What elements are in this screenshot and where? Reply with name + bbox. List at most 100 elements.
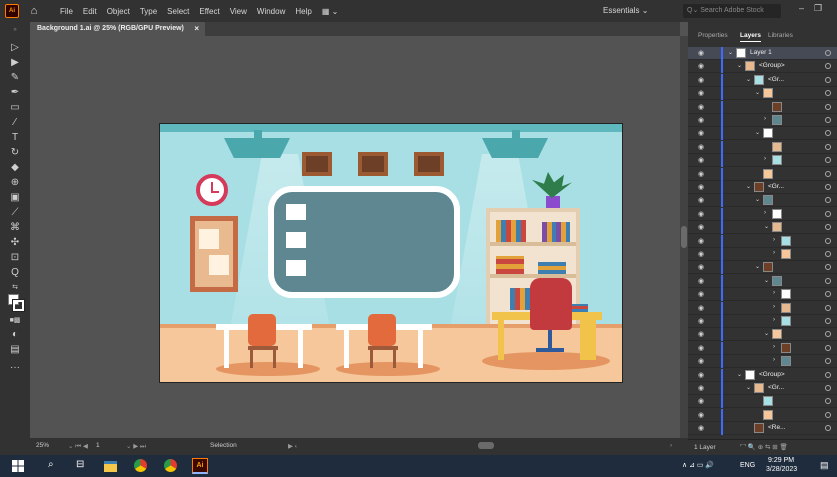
arrange-documents-icon[interactable]: ▦ ⌄ <box>317 7 343 16</box>
close-tab-icon[interactable]: × <box>194 22 199 36</box>
visibility-eye-icon[interactable]: ◉ <box>698 250 704 258</box>
visibility-eye-icon[interactable]: ◉ <box>698 397 704 405</box>
menu-view[interactable]: View <box>225 7 252 16</box>
visibility-eye-icon[interactable]: ◉ <box>698 411 704 419</box>
menu-window[interactable]: Window <box>252 7 290 16</box>
visibility-eye-icon[interactable]: ◉ <box>698 103 704 111</box>
zoom-tool-icon[interactable]: Q <box>9 267 21 279</box>
minimize-icon[interactable]: – <box>799 3 804 13</box>
layer-row[interactable]: ◉ ⌄ <Gr... <box>688 73 837 87</box>
layer-actions-icons[interactable]: ⌜⌝ 🔍 ⊕ ⇆ ⊞ 🗑 <box>740 443 788 451</box>
symbol-sprayer-icon[interactable]: ✣ <box>9 237 21 249</box>
eyedropper-tool-icon[interactable]: ⟋ <box>9 207 21 219</box>
layer-row[interactable]: ◉ ⌄ <Group> <box>688 60 837 74</box>
visibility-eye-icon[interactable]: ◉ <box>698 290 704 298</box>
layer-row[interactable]: ◉ ⌄ <box>688 274 837 288</box>
menu-object[interactable]: Object <box>102 7 135 16</box>
collapse-chevron-icon[interactable]: ⌄ <box>737 62 742 69</box>
visibility-eye-icon[interactable]: ◉ <box>698 196 704 204</box>
illustrator-taskbar-icon[interactable]: Ai <box>192 458 208 474</box>
expand-chevron-icon[interactable]: › <box>773 250 775 256</box>
layer-row[interactable]: ◉ ⌄ <box>688 328 837 342</box>
visibility-eye-icon[interactable]: ◉ <box>698 129 704 137</box>
collapse-chevron-icon[interactable]: ⌄ <box>764 330 769 337</box>
target-circle-icon[interactable] <box>825 411 831 418</box>
search-taskbar-icon[interactable]: ⌕ <box>48 459 54 473</box>
visibility-eye-icon[interactable]: ◉ <box>698 263 704 271</box>
layer-row[interactable]: ◉ <box>688 395 837 409</box>
layer-row[interactable]: ◉ <box>688 167 837 181</box>
menu-file[interactable]: File <box>55 7 78 16</box>
layer-row[interactable]: ◉ ⌄ <box>688 87 837 101</box>
visibility-eye-icon[interactable]: ◉ <box>698 330 704 338</box>
file-explorer-icon[interactable] <box>104 461 117 472</box>
target-circle-icon[interactable] <box>825 385 831 391</box>
layer-row[interactable]: ◉ <box>688 140 837 154</box>
canvas-vertical-scrollbar[interactable] <box>680 36 688 438</box>
notification-icon[interactable]: ▤ <box>820 460 829 471</box>
tray-icons[interactable]: ∧ ⊿ ▭ 🔊 <box>682 461 714 469</box>
color-mode-icon[interactable]: ■▩ <box>9 315 21 327</box>
target-circle-icon[interactable] <box>825 304 831 311</box>
target-circle-icon[interactable] <box>825 184 831 190</box>
target-circle-icon[interactable] <box>825 170 831 177</box>
target-circle-icon[interactable] <box>825 277 831 284</box>
status-menu-icon[interactable]: ▶ ‹ <box>288 442 297 450</box>
menu-edit[interactable]: Edit <box>78 7 102 16</box>
layer-row[interactable]: ◉ <box>688 100 837 114</box>
target-circle-icon[interactable] <box>825 371 831 378</box>
more-tools-icon[interactable]: ··· <box>9 362 21 374</box>
visibility-eye-icon[interactable]: ◉ <box>698 143 704 151</box>
selection-tool-icon[interactable]: ▷ <box>9 42 21 54</box>
collapse-chevron-icon[interactable]: ⌄ <box>764 277 769 284</box>
collapse-chevron-icon[interactable]: ⌄ <box>755 89 760 96</box>
target-circle-icon[interactable] <box>825 143 831 150</box>
target-circle-icon[interactable] <box>825 358 831 365</box>
swap-colors-icon[interactable]: ⇆ <box>9 282 21 294</box>
layer-row[interactable]: ◉ ⌄ <box>688 127 837 141</box>
visibility-eye-icon[interactable]: ◉ <box>698 62 704 70</box>
restore-icon[interactable]: ❐ <box>814 3 822 14</box>
collapse-chevron-icon[interactable]: ⌄ <box>746 183 751 190</box>
vertical-scroll-thumb[interactable] <box>681 226 687 248</box>
language-indicator[interactable]: ENG <box>740 462 755 469</box>
visibility-eye-icon[interactable]: ◉ <box>698 424 704 432</box>
zoom-level[interactable]: 25% <box>36 442 49 449</box>
eraser-tool-icon[interactable]: ◆ <box>9 162 21 174</box>
target-circle-icon[interactable] <box>825 425 831 432</box>
visibility-eye-icon[interactable]: ◉ <box>698 210 704 218</box>
blend-tool-icon[interactable]: ⌘ <box>9 222 21 234</box>
expand-chevron-icon[interactable]: › <box>764 156 766 162</box>
layer-row[interactable]: ◉ <Re... <box>688 422 837 436</box>
layer-row[interactable]: ◉ › <box>688 234 837 248</box>
workspace-switcher[interactable]: Essentials ⌄ <box>603 4 648 18</box>
layer-row[interactable]: ◉ › <box>688 355 837 369</box>
visibility-eye-icon[interactable]: ◉ <box>698 116 704 124</box>
home-icon[interactable]: ⌂ <box>27 4 41 18</box>
magic-wand-icon[interactable]: ✎ <box>9 72 21 84</box>
tab-libraries[interactable]: Libraries <box>768 32 793 39</box>
target-circle-icon[interactable] <box>825 344 831 351</box>
target-circle-icon[interactable] <box>825 224 831 231</box>
target-circle-icon[interactable] <box>825 237 831 244</box>
target-circle-icon[interactable] <box>825 264 831 271</box>
direct-selection-tool-icon[interactable]: ▶ <box>9 57 21 69</box>
layer-row[interactable]: ◉ › <box>688 154 837 168</box>
target-circle-icon[interactable] <box>825 157 831 164</box>
layer-row[interactable]: ◉ › <box>688 248 837 261</box>
menu-select[interactable]: Select <box>162 7 194 16</box>
target-circle-icon[interactable] <box>825 103 831 110</box>
layer-row[interactable]: ◉ ⌄ <Gr... <box>688 181 837 194</box>
chrome-profile-icon[interactable] <box>164 459 177 472</box>
draw-mode-icon[interactable]: ◐ <box>9 329 21 341</box>
layer-row[interactable]: ◉ › <box>688 207 837 221</box>
windows-start-icon[interactable] <box>12 460 24 472</box>
pen-tool-icon[interactable]: ✒ <box>9 87 21 99</box>
tab-properties[interactable]: Properties <box>698 32 728 39</box>
menu-type[interactable]: Type <box>135 7 162 16</box>
expand-chevron-icon[interactable]: › <box>764 116 766 122</box>
layer-row[interactable]: ◉ ⌄ <box>688 221 837 235</box>
task-view-icon[interactable]: ⊟ <box>76 459 84 473</box>
expand-chevron-icon[interactable]: › <box>773 304 775 310</box>
layer-row[interactable]: ◉ ⌄ Layer 1 <box>688 47 837 60</box>
